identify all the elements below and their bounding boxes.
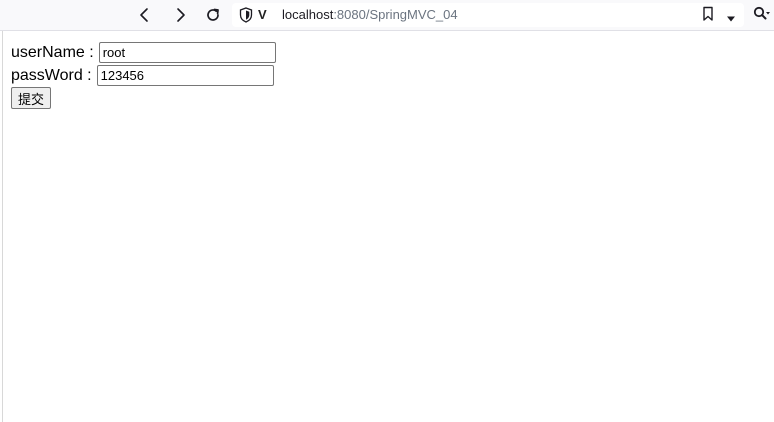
reload-icon [207,8,219,21]
username-label: userName : [11,43,94,61]
forward-button[interactable] [168,4,192,26]
password-label: passWord : [11,66,92,84]
url-path: :8080/SpringMVC_04 [333,7,458,22]
address-bar[interactable]: V localhost:8080/SpringMVC_04 [232,3,744,27]
reload-button[interactable] [201,4,225,26]
browser-toolbar: V localhost:8080/SpringMVC_04 [0,0,774,31]
search-icon[interactable] [753,6,771,27]
username-row: userName : [11,41,276,64]
username-input[interactable] [98,42,276,63]
url-host: localhost [282,7,334,22]
password-input[interactable] [96,65,274,86]
shield-icon[interactable] [239,7,253,28]
password-row: passWord : [11,64,276,87]
login-form: userName : passWord : 提交 [11,41,276,109]
url-text[interactable]: localhost:8080/SpringMVC_04 [282,7,458,23]
bookmark-icon[interactable] [702,6,714,27]
submit-button[interactable]: 提交 [11,87,52,109]
chevron-down-icon[interactable] [726,10,736,28]
back-button[interactable] [133,4,157,26]
arrow-left-icon [140,8,148,22]
vivaldi-logo-icon: V [258,7,267,22]
page-border [2,31,3,422]
arrow-right-icon [177,8,185,22]
